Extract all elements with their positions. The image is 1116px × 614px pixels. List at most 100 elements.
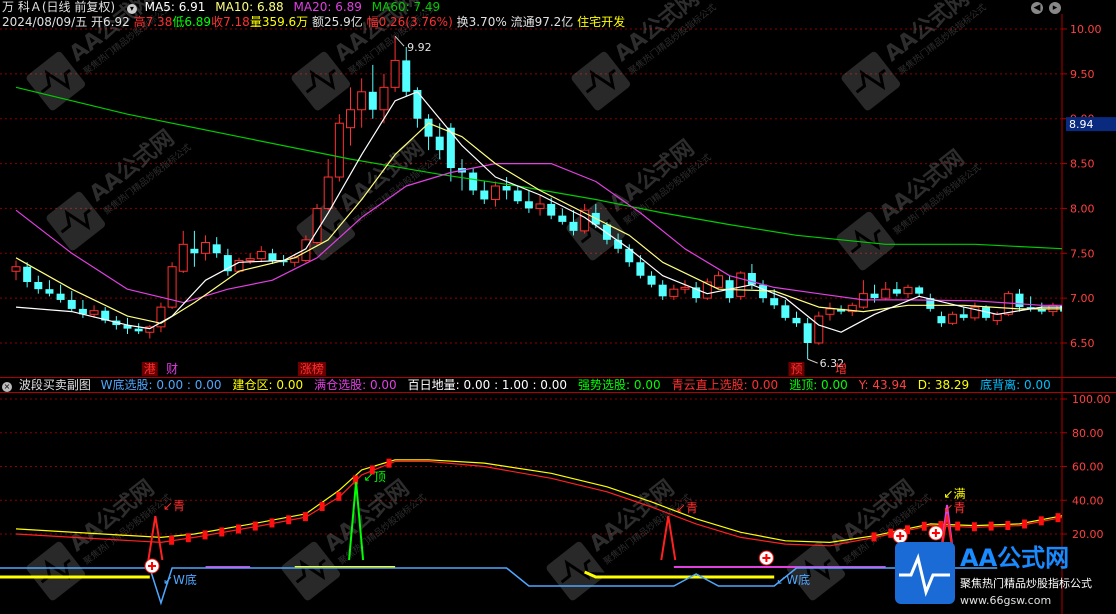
candle-body-up — [346, 109, 355, 129]
site-badge-title: AA公式网 — [960, 544, 1069, 572]
candle-body-up — [680, 286, 690, 290]
candle-body-down — [1015, 293, 1024, 308]
candle-body-down — [569, 221, 578, 231]
stock-chart[interactable]: AA公式网聚焦热门精品炒股指标公式 AA公式网聚焦热门精品炒股指标公式 AA公式网聚… — [0, 0, 1116, 614]
candle-body-up — [490, 185, 500, 200]
candle-body-up — [713, 275, 723, 288]
event-tag: 预 — [791, 362, 803, 376]
event-tag: 港 — [144, 362, 156, 376]
candle-body-down — [959, 314, 968, 318]
indicator-value: 青云直上选股: 0.00 — [671, 378, 779, 392]
candle-body-up — [334, 122, 344, 178]
site-badge-url: www.66gsw.com — [960, 594, 1051, 607]
indicator-signal-label: ↙青 — [676, 501, 698, 515]
candle-body-up — [535, 203, 545, 209]
indicator-tick-label: 60.00 — [1072, 461, 1104, 474]
candle-body-down — [212, 244, 221, 254]
indicator-signal-label: ↙青 — [163, 499, 185, 513]
candle-body-down — [402, 60, 411, 92]
candle-body-down — [870, 293, 879, 299]
qing-spike — [147, 515, 164, 561]
candle-body-up — [814, 315, 824, 344]
watermark-logo: AA公式网聚焦热门精品炒股指标公式 — [546, 476, 693, 601]
indicator-name[interactable]: 波段买卖副图 — [19, 378, 91, 392]
candle-body-down — [56, 293, 65, 300]
open-price: 开6.92 — [91, 15, 130, 29]
candle-body-down — [647, 275, 656, 285]
event-tag: 涨榜 — [300, 361, 324, 376]
indicator-value: 建仓区: 0.00 — [232, 378, 304, 392]
build-zone-band — [584, 570, 775, 579]
indicator-block — [286, 515, 292, 525]
candle-body-up — [89, 310, 99, 315]
candle-body-down — [45, 289, 54, 294]
candle-body-down — [602, 224, 611, 240]
indicator-block — [202, 530, 208, 540]
candle-body-up — [669, 288, 679, 297]
candle-body-down — [803, 323, 812, 343]
indicator-signal-label: ↙W底 — [163, 572, 197, 587]
candle-body-down — [781, 305, 790, 318]
quote-date: 2024/08/09/五 — [2, 15, 88, 29]
event-tag: 财 — [166, 362, 178, 376]
site-badge-logo — [895, 542, 955, 604]
indicator-block — [888, 528, 894, 538]
volume: 量359.6万 — [249, 15, 309, 29]
candle-body-down — [34, 281, 43, 290]
turnover: 换3.70% — [456, 15, 507, 29]
period-mode: (日线 前复权) — [41, 0, 116, 14]
indicator-signal-label: ↙满 — [943, 487, 965, 501]
candle-body-down — [424, 118, 433, 137]
indicator-block — [269, 518, 275, 528]
candle-body-up — [881, 288, 891, 299]
candle-body-up — [736, 272, 746, 297]
collapse-icon[interactable]: ▾ — [126, 4, 137, 14]
candle-body-down — [558, 215, 567, 222]
high-price: 高7.38 — [133, 15, 173, 29]
candle-body-up — [323, 176, 333, 209]
candle-body-up — [201, 242, 211, 254]
indicator-menu-icon[interactable]: × — [2, 382, 12, 392]
candle-body-up — [178, 243, 188, 272]
candle-body-up — [245, 258, 255, 261]
indicator-value: 满仓选股: 0.00 — [314, 378, 397, 392]
price-tick-label: 8.00 — [1070, 202, 1095, 215]
industry: 住宅开发 — [577, 15, 626, 29]
candle-body-down — [636, 262, 645, 276]
candle-body-up — [357, 91, 367, 111]
candle-body-down — [513, 190, 522, 202]
indicator-signal-label: ↙青 — [943, 501, 965, 515]
indicator-value: 底背离: 0.00 — [980, 378, 1051, 392]
candle-body-down — [792, 317, 801, 324]
price-tick-label: 8.50 — [1070, 158, 1095, 171]
candle-body-down — [547, 203, 556, 216]
indicator-tick-label: 80.00 — [1072, 427, 1104, 440]
close-panel-icon[interactable]: ▸ — [1049, 2, 1061, 14]
indicator-block — [1106, 500, 1111, 509]
indicator-tick-label: 20.00 — [1072, 528, 1104, 541]
amount: 额25.9亿 — [312, 15, 363, 29]
candle-body-down — [435, 136, 444, 151]
indicator-block — [955, 521, 961, 531]
price-tick-label: 6.50 — [1070, 337, 1095, 350]
indicator-block — [971, 522, 977, 532]
ma60-value: MA60: 7.49 — [371, 0, 441, 14]
indicator-value: 逃顶: 0.00 — [789, 378, 848, 392]
event-tag: 增 — [835, 362, 847, 376]
settings-icon[interactable]: ◀ — [1031, 2, 1043, 14]
candle-body-down — [23, 266, 32, 282]
stock-name: 万 科Ａ — [2, 0, 42, 14]
candle-body-up — [992, 313, 1002, 322]
indicator-block — [252, 521, 258, 531]
indicator-signal-label: ↙顶 — [364, 470, 386, 484]
indicator-header: × 波段买卖副图 W底选股: 0.00 : 0.00 建仓区: 0.00 满仓选股:… — [0, 378, 1062, 393]
candle-body-down — [915, 287, 924, 294]
w-bottom-line — [0, 567, 998, 606]
indicator-block — [1005, 520, 1011, 530]
ma20-value: MA20: 6.89 — [293, 0, 362, 14]
indicator-value: 强势选股: 0.00 — [578, 378, 661, 392]
ma5-value: MA5: 6.91 — [144, 0, 206, 14]
indicator-block — [1072, 509, 1077, 518]
indicator-block — [1022, 519, 1028, 529]
candlestick-series — [11, 36, 1062, 360]
